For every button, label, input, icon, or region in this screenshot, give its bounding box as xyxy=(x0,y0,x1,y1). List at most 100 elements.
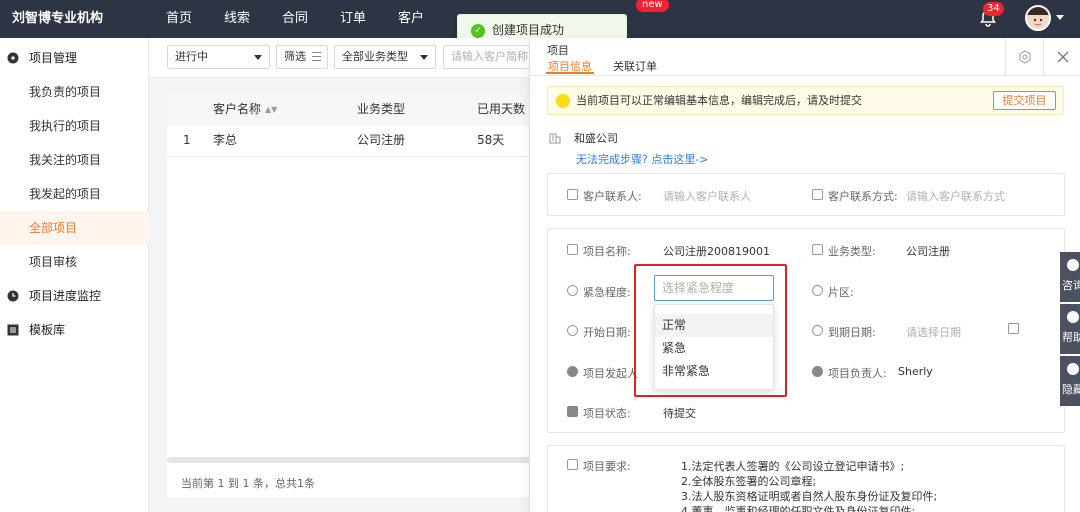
requirements-card: 项目要求: 1.法定代表人签署的《公司设立登记申请书》; 2.全体股东签署的公司… xyxy=(547,445,1065,512)
company-name: 和盛公司 xyxy=(574,132,618,145)
sidebar-item-my-responsible[interactable]: 我负责的项目 xyxy=(0,75,149,109)
table-row[interactable]: 1 李总 公司注册 58天 xyxy=(167,125,537,157)
project-name-label: 项目名称: xyxy=(583,245,631,258)
business-type-select-value: 全部业务类型 xyxy=(342,50,408,63)
sidebar-group-project-management[interactable]: 项目管理 xyxy=(0,41,149,75)
notification-count-badge: 34 xyxy=(983,2,1004,16)
location-pin-icon xyxy=(812,285,823,296)
pagination-summary: 当前第 1 到 1 条，总共1条 xyxy=(181,477,315,490)
owner-label: 项目负责人: xyxy=(828,367,887,380)
row-customer: 李总 xyxy=(213,133,238,147)
help-link[interactable]: 无法完成步骤? 点击这里-> xyxy=(576,151,709,167)
nav-home[interactable]: 首页 xyxy=(166,0,192,38)
sidebar-item-project-review[interactable]: 项目审核 xyxy=(0,245,149,279)
requirement-line: 4.董事、监事和经理的任职文件及身份证复印件; xyxy=(681,505,916,512)
edit-notice: 当前项目可以正常编辑基本信息，编辑完成后，请及时提交 提交项目 xyxy=(547,86,1064,115)
row-index: 1 xyxy=(183,133,191,147)
arrow-right-icon xyxy=(1067,363,1079,375)
project-table: 客户名称 ▲▼ 业务类型 已用天数 1 李总 公司注册 58天 当前第 1 到 1… xyxy=(167,93,537,497)
sidebar-group-template-library[interactable]: 模板库 xyxy=(0,313,149,347)
nav-orders[interactable]: 订单 xyxy=(340,0,366,38)
column-business-type: 业务类型 xyxy=(357,102,406,116)
contact-phone-input[interactable]: 请输入客户联系方式 xyxy=(906,188,1005,204)
chevron-down-icon[interactable] xyxy=(1056,15,1064,20)
phone-icon xyxy=(812,189,823,200)
tab-related-orders[interactable]: 关联订单 xyxy=(613,58,657,74)
sidebar-group-label: 模板库 xyxy=(29,323,66,337)
smile-icon xyxy=(556,94,570,108)
contact-phone-label: 客户联系方式: xyxy=(828,190,898,203)
sidebar-item-my-executed[interactable]: 我执行的项目 xyxy=(0,109,149,143)
user-icon xyxy=(567,189,578,200)
question-icon xyxy=(1067,311,1079,323)
filter-button[interactable]: 筛选 xyxy=(276,45,328,69)
clock-icon xyxy=(7,290,19,302)
caret-down-icon xyxy=(420,55,428,60)
close-icon xyxy=(1057,51,1069,63)
initiator-label: 项目发起人 xyxy=(583,367,638,380)
business-type-select[interactable]: 全部业务类型 xyxy=(334,45,436,69)
user-circle-icon xyxy=(812,366,823,377)
highlight-box xyxy=(634,264,787,397)
hide-button[interactable]: 隐藏 xyxy=(1060,356,1080,406)
brand-name: 刘智博专业机构 xyxy=(12,11,104,26)
nav-contracts[interactable]: 合同 xyxy=(282,0,308,38)
grid-icon xyxy=(812,244,823,255)
sidebar-item-my-followed[interactable]: 我关注的项目 xyxy=(0,143,149,177)
requirement-line: 3.法人股东资格证明或者自然人股东身份证及复印件; xyxy=(681,490,938,503)
search-placeholder: 请输入客户简称或 xyxy=(451,50,539,63)
due-date-label: 到期日期: xyxy=(828,326,876,339)
project-name-value: 公司注册200819001 xyxy=(663,245,770,258)
filter-bar: 进行中 筛选 全部业务类型 请输入客户简称或 xyxy=(149,38,549,78)
owner-value: Sherly xyxy=(898,365,933,378)
notice-text: 当前项目可以正常编辑基本信息，编辑完成后，请及时提交 xyxy=(576,94,862,107)
submit-project-button[interactable]: 提交项目 xyxy=(993,91,1056,110)
close-button[interactable] xyxy=(1043,38,1080,76)
status-select[interactable]: 进行中 xyxy=(167,45,270,69)
contact-name-input[interactable]: 请输入客户联系人 xyxy=(663,188,751,204)
due-date-input[interactable]: 请选择日期 xyxy=(906,324,961,340)
calendar-icon[interactable] xyxy=(1008,323,1019,334)
nav-customers[interactable]: 客户 xyxy=(398,0,424,38)
nav-leads[interactable]: 线索 xyxy=(224,0,250,38)
row-business-type: 公司注册 xyxy=(357,133,406,147)
sidebar-item-all-projects[interactable]: 全部项目 xyxy=(0,211,149,245)
requirement-line: 1.法定代表人签署的《公司设立登记申请书》; xyxy=(681,460,905,473)
gear-icon xyxy=(1019,50,1031,64)
sidebar-item-my-initiated[interactable]: 我发起的项目 xyxy=(0,177,149,211)
contact-card: 客户联系人: 请输入客户联系人 客户联系方式: 请输入客户联系方式 xyxy=(547,173,1065,216)
consult-button[interactable]: 咨询 xyxy=(1060,252,1080,302)
sidebar-group-label: 项目进度监控 xyxy=(29,289,102,303)
business-type-label: 业务类型: xyxy=(828,245,876,258)
help-button[interactable]: 帮助 xyxy=(1060,304,1080,354)
drawer-header: 项目 项目信息 关联订单 xyxy=(530,38,1080,76)
template-icon xyxy=(7,324,19,336)
sidebar-group-progress-monitor[interactable]: 项目进度监控 xyxy=(0,279,149,313)
drawer-title: 项目 xyxy=(547,44,569,57)
help-label: 帮助 xyxy=(1062,331,1080,344)
requirement-line: 2.全体股东签署的公司章程; xyxy=(681,475,817,488)
urgency-label: 紧急程度: xyxy=(583,286,631,299)
document-icon xyxy=(567,459,578,470)
avatar-face-icon xyxy=(1027,7,1049,26)
column-days: 已用天数 xyxy=(477,102,526,116)
sort-icon[interactable]: ▲▼ xyxy=(265,94,277,126)
status-label: 项目状态: xyxy=(583,407,631,420)
sidebar-group-label: 项目管理 xyxy=(29,51,78,65)
horizontal-scrollbar[interactable] xyxy=(167,457,537,463)
status-value: 待提交 xyxy=(663,407,696,420)
requirements-label: 项目要求: xyxy=(583,460,631,473)
chat-icon xyxy=(1067,259,1079,271)
search-input[interactable]: 请输入客户简称或 xyxy=(443,45,543,69)
business-type-value: 公司注册 xyxy=(906,245,950,258)
settings-button[interactable] xyxy=(1005,38,1043,76)
column-customer[interactable]: 客户名称 ▲▼ xyxy=(213,93,277,126)
row-days: 58天 xyxy=(477,133,505,147)
avatar[interactable] xyxy=(1025,5,1051,31)
status-icon xyxy=(567,406,578,417)
play-circle-icon xyxy=(567,285,578,296)
project-detail-drawer: 项目 项目信息 关联订单 当前项目可以正常编辑基本信息，编辑完成后，请及时提交 … xyxy=(529,38,1080,512)
new-badge: new xyxy=(636,0,669,12)
sidebar: 项目管理 我负责的项目 我执行的项目 我关注的项目 我发起的项目 全部项目 项目… xyxy=(0,38,149,512)
menu-lines-icon xyxy=(312,52,321,61)
